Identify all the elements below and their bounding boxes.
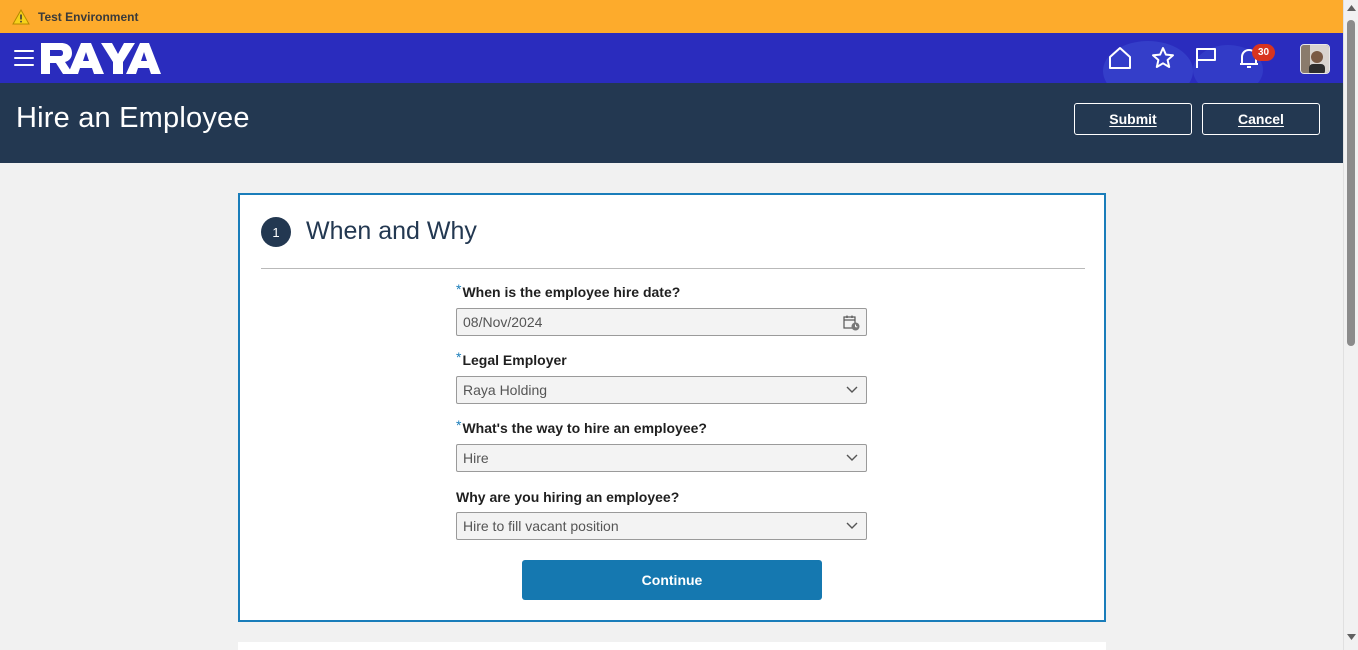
step-number: 1 [261,217,291,247]
scroll-down-icon[interactable] [1347,634,1356,640]
menu-icon[interactable] [14,50,34,66]
step-card-when-and-why: 1 When and Why *When is the employee hir… [238,193,1106,622]
user-photo-icon [1301,45,1329,73]
avatar[interactable] [1300,44,1330,74]
environment-banner: Test Environment [0,0,1343,33]
chevron-down-icon[interactable] [846,386,858,394]
continue-button[interactable]: Continue [522,560,822,600]
hire-reason-label: Why are you hiring an employee? [456,489,680,505]
hire-date-value: 08/Nov/2024 [463,314,543,330]
legal-employer-label: *Legal Employer [456,349,567,368]
submit-button[interactable]: Submit [1074,103,1192,135]
warning-icon [12,8,30,24]
hire-date-label: *When is the employee hire date? [456,281,681,300]
chevron-down-icon[interactable] [846,522,858,530]
calendar-icon[interactable] [843,315,860,331]
chevron-down-icon[interactable] [846,454,858,462]
hire-way-select[interactable]: Hire [456,444,867,472]
legal-employer-select[interactable]: Raya Holding [456,376,867,404]
step-title: When and Why [306,217,477,245]
flag-icon[interactable] [1194,46,1218,70]
global-header [0,33,1343,83]
legal-employer-value: Raya Holding [463,382,548,398]
next-step-card [238,642,1106,650]
hire-date-field[interactable]: 08/Nov/2024 [456,308,867,336]
scroll-up-icon[interactable] [1347,5,1356,11]
page-title: Hire an Employee [16,102,250,134]
hire-way-value: Hire [463,450,489,466]
hire-way-label: *What's the way to hire an employee? [456,417,707,436]
hire-reason-value: Hire to fill vacant position [463,518,619,534]
page-scrollbar[interactable] [1343,0,1358,650]
environment-label: Test Environment [38,9,139,24]
cancel-button[interactable]: Cancel [1202,103,1320,135]
divider [261,268,1085,269]
raya-logo[interactable] [41,43,161,74]
page-header: Hire an Employee Submit Cancel [0,83,1343,163]
scroll-thumb[interactable] [1347,20,1355,346]
home-icon[interactable] [1108,46,1132,70]
hire-reason-select[interactable]: Hire to fill vacant position [456,512,867,540]
star-icon[interactable] [1151,46,1175,70]
notification-badge: 30 [1252,44,1275,61]
required-marker: * [456,281,462,297]
